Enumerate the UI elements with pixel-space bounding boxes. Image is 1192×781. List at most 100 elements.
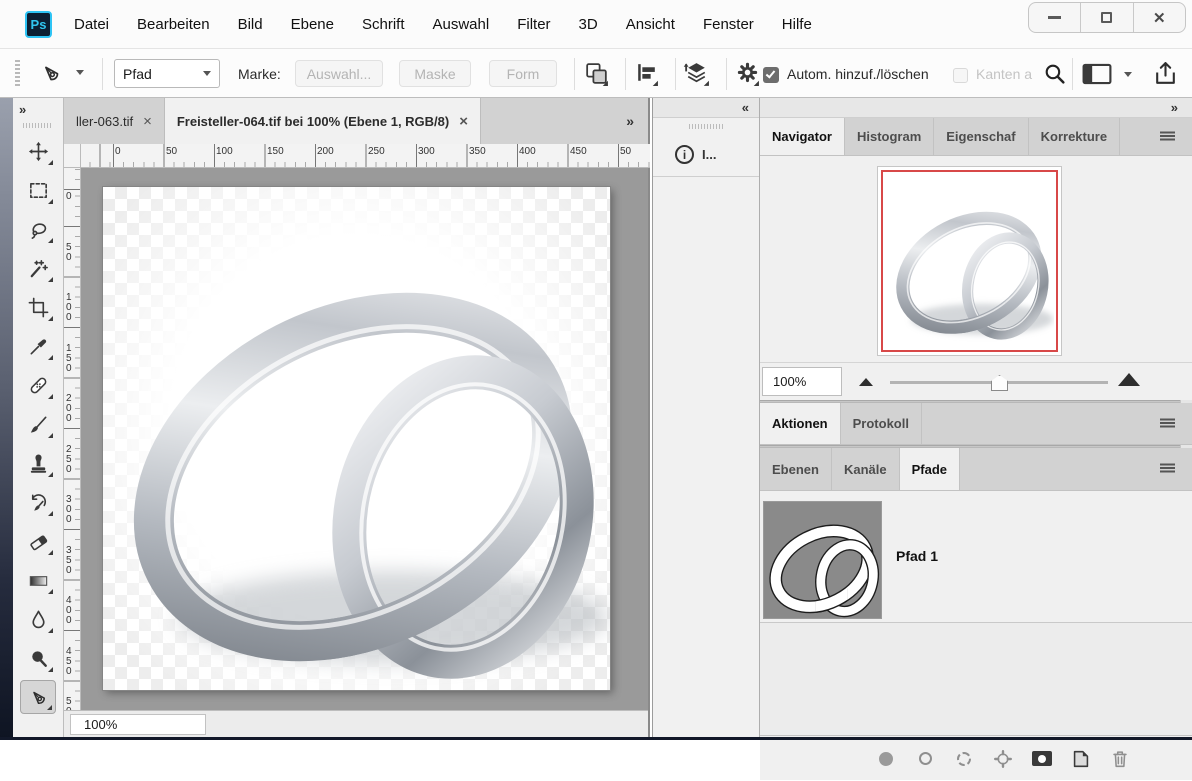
- navigator-zoom-field[interactable]: 100%: [762, 367, 842, 396]
- panel-menu-icon[interactable]: [1160, 418, 1175, 429]
- dock-collapse-button[interactable]: »: [1171, 100, 1178, 115]
- menu-auswahl[interactable]: Auswahl: [433, 16, 490, 33]
- rings-photo: [103, 187, 610, 690]
- toolbar-drag-handle[interactable]: [23, 123, 53, 128]
- canvas-pasteboard[interactable]: [81, 168, 648, 710]
- status-zoom-field[interactable]: 100%: [70, 714, 206, 735]
- tool-clone-stamp[interactable]: [20, 446, 56, 480]
- panel-menu-icon[interactable]: [1160, 464, 1175, 475]
- tool-gradient[interactable]: [20, 563, 56, 597]
- tab-navigator[interactable]: Navigator: [760, 118, 845, 155]
- current-tool-button[interactable]: [38, 57, 78, 89]
- add-mask-button[interactable]: [1031, 748, 1053, 770]
- tool-eraser[interactable]: [20, 524, 56, 558]
- path-thumbnail[interactable]: [763, 501, 882, 619]
- menu-ansicht[interactable]: Ansicht: [626, 16, 675, 33]
- fill-path-button[interactable]: [875, 748, 897, 770]
- tab-aktionen[interactable]: Aktionen: [760, 403, 841, 444]
- auswahl-button[interactable]: Auswahl...: [295, 60, 383, 87]
- status-bar: 100%: [64, 710, 648, 737]
- tab-korrekturen[interactable]: Korrekture: [1029, 118, 1120, 155]
- path-arrange-button[interactable]: [682, 59, 711, 93]
- close-tab-icon[interactable]: ×: [143, 113, 152, 130]
- info-panel-button[interactable]: i I...: [653, 133, 759, 177]
- horizontal-ruler[interactable]: 0 50 100 150 200 250 300 350 400 450 50: [81, 144, 650, 168]
- document-tab-064[interactable]: Freisteller-064.tif bei 100% (Ebene 1, R…: [165, 98, 481, 144]
- info-collapse-button[interactable]: «: [742, 100, 749, 115]
- menu-bearbeiten[interactable]: Bearbeiten: [137, 16, 210, 33]
- close-button[interactable]: ✕: [1134, 3, 1185, 32]
- menu-filter[interactable]: Filter: [517, 16, 550, 33]
- zoom-in-icon[interactable]: [1118, 373, 1140, 386]
- tool-blur[interactable]: [20, 602, 56, 636]
- paths-panel: Pfad 1: [760, 491, 1192, 735]
- new-path-button[interactable]: [1070, 748, 1092, 770]
- search-button[interactable]: [1042, 61, 1067, 91]
- delete-path-button[interactable]: [1109, 748, 1131, 770]
- make-work-path-button[interactable]: [992, 748, 1014, 770]
- menu-hilfe[interactable]: Hilfe: [782, 16, 812, 33]
- ruler-label: 350: [66, 546, 74, 576]
- ruler-label: 200: [317, 146, 334, 157]
- vertical-ruler[interactable]: 0 50 100 150 200 250 300 350 400 450 50: [64, 168, 81, 710]
- tool-history-brush[interactable]: [20, 485, 56, 519]
- ruler-label: 50: [620, 146, 631, 157]
- tool-magic-wand[interactable]: [20, 251, 56, 285]
- tab-protokoll[interactable]: Protokoll: [841, 403, 922, 444]
- tab-ebenen[interactable]: Ebenen: [760, 448, 832, 490]
- tool-rectangular-marquee[interactable]: [20, 173, 56, 207]
- maximize-button[interactable]: [1081, 3, 1133, 32]
- canvas-image[interactable]: [103, 187, 610, 690]
- tab-overflow-area: »: [481, 98, 648, 144]
- tool-lasso[interactable]: [20, 212, 56, 246]
- menu-bild[interactable]: Bild: [238, 16, 263, 33]
- tab-eigenschaften[interactable]: Eigenschaf: [934, 118, 1028, 155]
- tool-dodge[interactable]: [20, 641, 56, 675]
- minimize-button[interactable]: [1029, 3, 1081, 32]
- share-button[interactable]: [1152, 60, 1179, 92]
- kanten-checkbox[interactable]: [953, 68, 968, 83]
- options-drag-handle[interactable]: [15, 60, 20, 88]
- auto-add-checkbox[interactable]: [763, 67, 779, 83]
- tool-eyedropper[interactable]: [20, 329, 56, 363]
- path-alignment-button[interactable]: [633, 60, 660, 92]
- document-tab-063[interactable]: ller-063.tif ×: [64, 98, 165, 144]
- form-button[interactable]: Form: [489, 60, 557, 87]
- tool-preset-chevron-icon[interactable]: [76, 70, 84, 75]
- menu-datei[interactable]: Datei: [74, 16, 109, 33]
- menu-schrift[interactable]: Schrift: [362, 16, 405, 33]
- maske-button[interactable]: Maske: [399, 60, 471, 87]
- info-drag-handle[interactable]: [689, 124, 723, 129]
- info-panel-column: « i I...: [652, 98, 760, 737]
- navigator-preview[interactable]: [877, 166, 1062, 356]
- tool-mode-select[interactable]: Pfad: [114, 59, 220, 88]
- zoom-slider-thumb[interactable]: [991, 375, 1008, 391]
- tab-overflow-chevron-icon[interactable]: »: [626, 113, 634, 129]
- tab-histogramm[interactable]: Histogram: [845, 118, 934, 155]
- load-selection-button[interactable]: [953, 748, 975, 770]
- tool-brush[interactable]: [20, 407, 56, 441]
- tool-spot-healing-brush[interactable]: [20, 368, 56, 402]
- workspace-chevron-icon[interactable]: [1124, 72, 1132, 77]
- tool-flyout-indicator: [48, 511, 53, 516]
- pen-options-button[interactable]: [734, 60, 761, 92]
- path-operations-button[interactable]: [583, 60, 610, 92]
- workspace-button[interactable]: [1082, 63, 1112, 90]
- panel-menu-icon[interactable]: [1160, 131, 1175, 142]
- tool-move[interactable]: [20, 134, 56, 168]
- menu-3d[interactable]: 3D: [579, 16, 598, 33]
- document-tab-label: ller-063.tif: [76, 114, 133, 129]
- zoom-out-icon[interactable]: [859, 378, 873, 386]
- navigator-proxy-view-box[interactable]: [881, 170, 1058, 352]
- tab-kanaele[interactable]: Kanäle: [832, 448, 900, 490]
- tab-pfade[interactable]: Pfade: [900, 448, 960, 490]
- toolbar-collapse-button[interactable]: »: [13, 98, 63, 120]
- close-tab-icon[interactable]: ×: [459, 113, 468, 130]
- tool-pen[interactable]: [20, 680, 56, 714]
- stroke-path-button[interactable]: [914, 748, 936, 770]
- tool-crop[interactable]: [20, 290, 56, 324]
- menu-ebene[interactable]: Ebene: [291, 16, 334, 33]
- ruler-origin-box[interactable]: [64, 144, 81, 168]
- path-list-item[interactable]: Pfad 1: [760, 491, 1192, 623]
- menu-fenster[interactable]: Fenster: [703, 16, 754, 33]
